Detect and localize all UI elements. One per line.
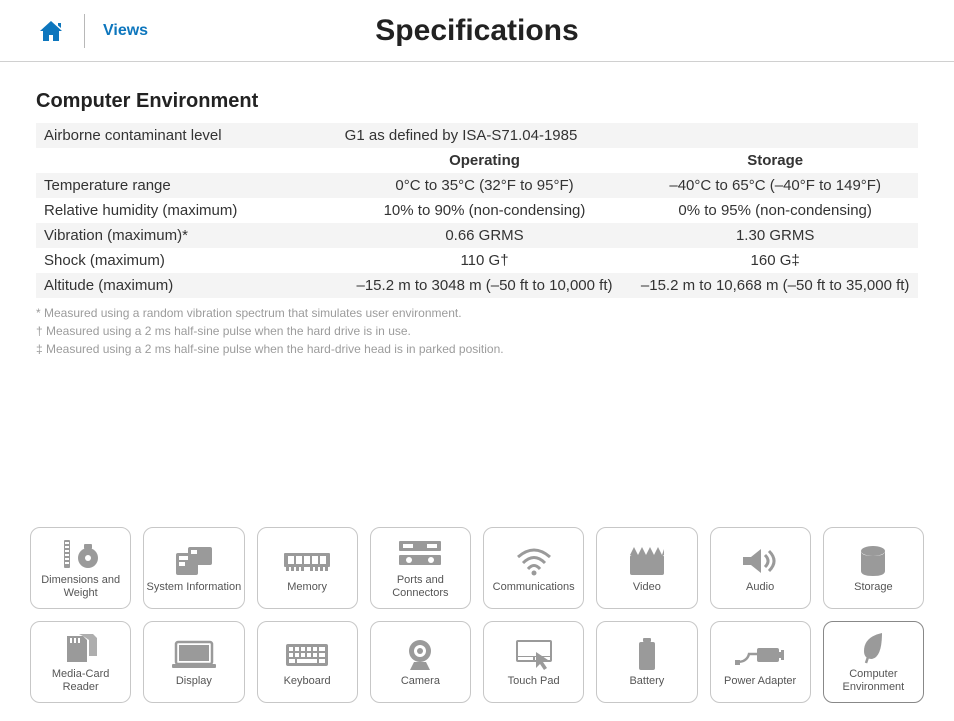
tile-label: Dimensions and Weight — [33, 574, 128, 599]
tile-label: Memory — [287, 581, 327, 594]
tile-label: Touch Pad — [508, 675, 560, 688]
leaf-icon — [860, 630, 886, 666]
environment-table: Airborne contaminant level G1 as defined… — [36, 123, 918, 298]
cell-label: Temperature range — [36, 173, 337, 198]
row-shock: Shock (maximum) 110 G† 160 G‡ — [36, 248, 918, 273]
home-button[interactable] — [38, 19, 64, 43]
tile-label: Camera — [401, 675, 440, 688]
footnotes: * Measured using a random vibration spec… — [36, 304, 918, 358]
keyboard-icon — [284, 637, 330, 673]
tile-label: Battery — [629, 675, 664, 688]
tile-keyboard[interactable]: Keyboard — [257, 621, 358, 703]
tile-audio[interactable]: Audio — [710, 527, 811, 609]
tile-label: Media-Card Reader — [33, 668, 128, 693]
cell-label: Altitude (maximum) — [36, 273, 337, 298]
cell-label: Vibration (maximum)* — [36, 223, 337, 248]
cell-label: Shock (maximum) — [36, 248, 337, 273]
tile-power-adapter[interactable]: Power Adapter — [710, 621, 811, 703]
nav-tiles: Dimensions and Weight System Information — [0, 527, 954, 703]
cell-operating: 10% to 90% (non-condensing) — [337, 198, 633, 223]
footnote-c: ‡ Measured using a 2 ms half-sine pulse … — [36, 340, 918, 358]
cell-blank — [36, 148, 337, 173]
tile-memory[interactable]: Memory — [257, 527, 358, 609]
content-area: Computer Environment Airborne contaminan… — [0, 62, 954, 358]
vertical-divider — [84, 14, 85, 48]
storage-icon — [859, 543, 887, 579]
tile-storage[interactable]: Storage — [823, 527, 924, 609]
col-operating: Operating — [337, 148, 633, 173]
tile-media-card-reader[interactable]: Media-Card Reader — [30, 621, 131, 703]
tile-touch-pad[interactable]: Touch Pad — [483, 621, 584, 703]
tile-label: Display — [176, 675, 212, 688]
col-storage: Storage — [632, 148, 918, 173]
memory-icon — [282, 543, 332, 579]
tile-camera[interactable]: Camera — [370, 621, 471, 703]
row-altitude: Altitude (maximum) –15.2 m to 3048 m (–5… — [36, 273, 918, 298]
wifi-icon — [514, 543, 554, 579]
tile-video[interactable]: Video — [596, 527, 697, 609]
row-humidity: Relative humidity (maximum) 10% to 90% (… — [36, 198, 918, 223]
tile-system-information[interactable]: System Information — [143, 527, 244, 609]
tile-ports-connectors[interactable]: Ports and Connectors — [370, 527, 471, 609]
media-card-icon — [63, 630, 99, 666]
tile-label: Video — [633, 581, 661, 594]
tile-label: Keyboard — [284, 675, 331, 688]
tile-label: Audio — [746, 581, 774, 594]
tile-label: Computer Environment — [826, 668, 921, 693]
tile-label: Storage — [854, 581, 893, 594]
cell-operating: 0°C to 35°C (32°F to 95°F) — [337, 173, 633, 198]
cell-operating: –15.2 m to 3048 m (–50 ft to 10,000 ft) — [337, 273, 633, 298]
tile-computer-environment[interactable]: Computer Environment — [823, 621, 924, 703]
cell-value: G1 as defined by ISA-S71.04-1985 — [337, 123, 918, 148]
footnote-a: * Measured using a random vibration spec… — [36, 304, 918, 322]
tile-label: Ports and Connectors — [373, 574, 468, 599]
power-adapter-icon — [735, 637, 785, 673]
row-headers: Operating Storage — [36, 148, 918, 173]
cell-storage: –40°C to 65°C (–40°F to 149°F) — [632, 173, 918, 198]
section-title: Computer Environment — [36, 90, 918, 113]
views-link[interactable]: Views — [103, 22, 148, 40]
tile-communications[interactable]: Communications — [483, 527, 584, 609]
tile-label: System Information — [146, 581, 241, 594]
row-airborne: Airborne contaminant level G1 as defined… — [36, 123, 918, 148]
tile-display[interactable]: Display — [143, 621, 244, 703]
cell-operating: 110 G† — [337, 248, 633, 273]
tile-dimensions-weight[interactable]: Dimensions and Weight — [30, 527, 131, 609]
camera-icon — [404, 637, 436, 673]
battery-icon — [637, 637, 657, 673]
cell-label: Airborne contaminant level — [36, 123, 337, 148]
ports-connectors-icon — [397, 536, 443, 572]
cell-storage: 0% to 95% (non-condensing) — [632, 198, 918, 223]
cell-storage: 160 G‡ — [632, 248, 918, 273]
tile-battery[interactable]: Battery — [596, 621, 697, 703]
audio-icon — [741, 543, 779, 579]
cell-label: Relative humidity (maximum) — [36, 198, 337, 223]
top-bar: Views Specifications — [0, 0, 954, 62]
tile-label: Power Adapter — [724, 675, 796, 688]
display-icon — [172, 637, 216, 673]
cell-storage: 1.30 GRMS — [632, 223, 918, 248]
cell-operating: 0.66 GRMS — [337, 223, 633, 248]
home-icon — [38, 19, 64, 43]
tile-label: Communications — [493, 581, 575, 594]
row-vibration: Vibration (maximum)* 0.66 GRMS 1.30 GRMS — [36, 223, 918, 248]
tiles-row-2: Media-Card Reader Display — [30, 621, 924, 703]
row-temperature: Temperature range 0°C to 35°C (32°F to 9… — [36, 173, 918, 198]
dimensions-weight-icon — [60, 536, 102, 572]
system-information-icon — [174, 543, 214, 579]
video-icon — [628, 543, 666, 579]
footnote-b: † Measured using a 2 ms half-sine pulse … — [36, 322, 918, 340]
cell-storage: –15.2 m to 10,668 m (–50 ft to 35,000 ft… — [632, 273, 918, 298]
touch-pad-icon — [514, 637, 554, 673]
tiles-row-1: Dimensions and Weight System Information — [30, 527, 924, 609]
